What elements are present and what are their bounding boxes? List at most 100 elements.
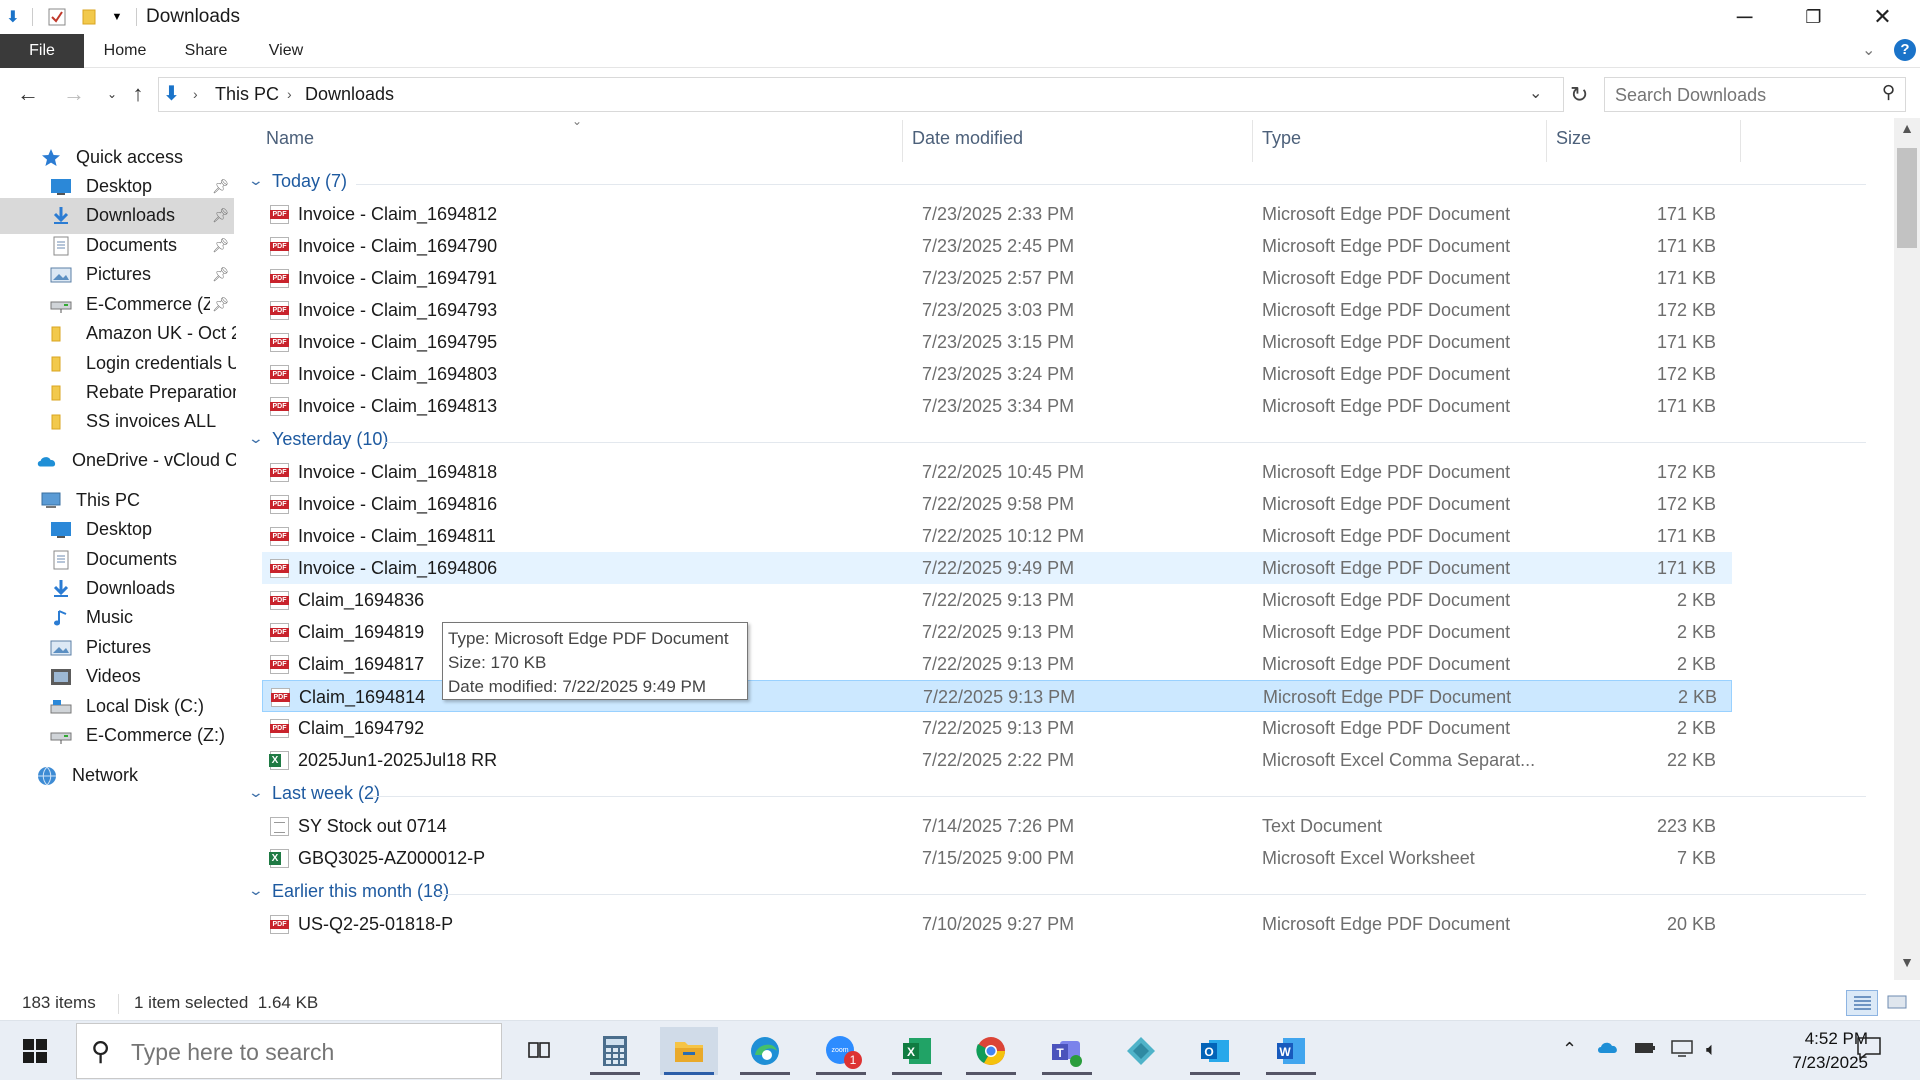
collapse-chevron-icon[interactable]: ⌄ xyxy=(248,882,264,899)
details-view-icon[interactable] xyxy=(1846,990,1878,1016)
app-diamond-icon[interactable] xyxy=(1112,1027,1170,1075)
pin-icon[interactable]: 📌︎ xyxy=(212,237,230,254)
group-header[interactable]: ⌄ Last week (2) xyxy=(246,780,1886,810)
column-divider[interactable] xyxy=(1546,120,1547,162)
table-row[interactable]: Invoice - Claim_1694795 7/23/2025 3:15 PM… xyxy=(262,326,1732,358)
edge-icon[interactable] xyxy=(736,1027,794,1075)
close-button[interactable]: ✕ xyxy=(1848,0,1917,34)
word-icon[interactable]: W xyxy=(1262,1027,1320,1075)
table-row[interactable]: US-Q2-25-01818-P 7/10/2025 9:27 PM Microso… xyxy=(262,908,1732,940)
table-row[interactable]: Invoice - Claim_1694812 7/23/2025 2:33 PM… xyxy=(262,198,1732,230)
table-row[interactable]: Invoice - Claim_1694811 7/22/2025 10:12 P… xyxy=(262,520,1732,552)
restore-button[interactable]: ❐ xyxy=(1779,0,1848,34)
table-row[interactable]: Invoice - Claim_1694790 7/23/2025 2:45 PM… xyxy=(262,230,1732,262)
minimize-button[interactable]: ─ xyxy=(1710,0,1779,34)
table-row[interactable]: Invoice - Claim_1694813 7/23/2025 3:34 PM… xyxy=(262,390,1732,422)
selection-info: 1 item selected 1.64 KB xyxy=(134,993,319,1012)
table-row[interactable]: 2025Jun1-2025Jul18 RR 7/22/2025 2:22 PM Mi… xyxy=(262,744,1732,776)
battery-icon[interactable] xyxy=(1634,1039,1656,1060)
outlook-icon[interactable]: O xyxy=(1186,1027,1244,1075)
collapse-chevron-icon[interactable]: ⌄ xyxy=(248,172,264,189)
file-size: 2 KB xyxy=(1676,654,1716,674)
collapse-chevron-icon[interactable]: ⌄ xyxy=(248,784,264,801)
pin-icon[interactable]: 📌︎ xyxy=(212,296,230,313)
file-type: Microsoft Excel Comma Separat... xyxy=(1262,750,1536,770)
breadcrumb-this-pc[interactable]: This PC xyxy=(215,84,279,105)
network-tray-icon[interactable] xyxy=(1670,1039,1694,1062)
column-divider[interactable] xyxy=(902,120,903,162)
search-box[interactable]: ⚲ xyxy=(1604,77,1906,112)
expand-ribbon-chevron-icon[interactable]: ⌄ xyxy=(1862,40,1875,60)
group-header[interactable]: ⌄ Earlier this month (18) xyxy=(246,878,1886,908)
column-divider[interactable] xyxy=(1740,120,1741,162)
file-size: 171 KB xyxy=(1656,526,1716,546)
sidebar-item-network[interactable]: Network xyxy=(0,758,236,794)
large-icons-view-icon[interactable] xyxy=(1882,990,1914,1016)
tab-view[interactable]: View xyxy=(258,34,314,68)
show-hidden-icons-chevron-icon[interactable]: ⌃ xyxy=(1562,1039,1577,1060)
tab-home[interactable]: Home xyxy=(92,34,158,68)
notifications-icon[interactable] xyxy=(1856,1035,1882,1066)
table-row[interactable]: Claim_1694792 7/22/2025 9:13 PM Microsoft … xyxy=(262,712,1732,744)
svg-text:O: O xyxy=(1204,1045,1213,1059)
pin-icon[interactable]: 📌︎ xyxy=(212,207,230,224)
table-row[interactable]: Invoice - Claim_1694818 7/22/2025 10:45 P… xyxy=(262,456,1732,488)
table-row[interactable]: Invoice - Claim_1694793 7/23/2025 3:03 PM… xyxy=(262,294,1732,326)
tab-file[interactable]: File xyxy=(0,34,84,68)
scrollbar-thumb[interactable] xyxy=(1897,148,1917,248)
table-row[interactable]: SY Stock out 0714 7/14/2025 7:26 PM Text D… xyxy=(262,810,1732,842)
volume-icon[interactable]: 🔈︎ xyxy=(1706,1039,1717,1060)
group-header[interactable]: ⌄ Today (7) xyxy=(246,168,1886,198)
column-header-date-modified[interactable]: Date modified xyxy=(912,128,1023,149)
teams-icon[interactable]: T xyxy=(1038,1027,1096,1075)
table-row[interactable]: GBQ3025-AZ000012-P 7/15/2025 9:00 PM Micro… xyxy=(262,842,1732,874)
column-header-type[interactable]: Type xyxy=(1262,128,1301,149)
tab-share[interactable]: Share xyxy=(176,34,236,68)
column-header-name[interactable]: Name xyxy=(266,128,314,149)
taskbar-search-box[interactable]: ⚲ xyxy=(76,1023,502,1079)
taskbar-search-input[interactable] xyxy=(131,1038,491,1066)
table-row[interactable]: Invoice - Claim_1694816 7/22/2025 9:58 PM… xyxy=(262,488,1732,520)
scroll-up-arrow-icon[interactable]: ▲ xyxy=(1894,120,1920,144)
group-header[interactable]: ⌄ Yesterday (10) xyxy=(246,426,1886,456)
text-file-icon xyxy=(270,817,289,836)
download-arrow-icon xyxy=(50,579,72,599)
column-header-size[interactable]: Size xyxy=(1556,128,1591,149)
task-view-icon[interactable] xyxy=(510,1027,568,1075)
column-divider[interactable] xyxy=(1252,120,1253,162)
scroll-down-arrow-icon[interactable]: ▼ xyxy=(1894,954,1920,978)
back-arrow-icon[interactable]: ← xyxy=(12,78,44,110)
up-arrow-icon[interactable]: ↑ xyxy=(122,78,154,110)
chrome-icon[interactable] xyxy=(962,1027,1020,1075)
pin-icon[interactable]: 📌︎ xyxy=(212,178,230,195)
collapse-chevron-icon[interactable]: ⌄ xyxy=(248,430,264,447)
file-type: Microsoft Edge PDF Document xyxy=(1262,590,1511,610)
refresh-icon[interactable]: ↻ xyxy=(1570,82,1588,108)
sidebar-item-onedrive-vcloud-ch[interactable]: OneDrive - vCloud Ch xyxy=(0,443,236,479)
onedrive-tray-icon[interactable] xyxy=(1596,1039,1620,1060)
new-folder-icon[interactable] xyxy=(78,6,100,28)
sidebar-item-ss-invoices-all[interactable]: SS invoices ALL xyxy=(0,404,236,440)
start-windows-icon[interactable] xyxy=(6,1027,64,1075)
zoom-icon[interactable]: zoom 1 xyxy=(812,1027,870,1075)
vertical-scrollbar[interactable]: ▲ ▼ xyxy=(1894,118,1920,980)
table-row[interactable]: Invoice - Claim_1694803 7/23/2025 3:24 PM… xyxy=(262,358,1732,390)
table-row[interactable]: Invoice - Claim_1694806 7/22/2025 9:49 PM… xyxy=(262,552,1732,584)
table-row[interactable]: Invoice - Claim_1694791 7/23/2025 2:57 PM… xyxy=(262,262,1732,294)
help-icon[interactable]: ? xyxy=(1894,39,1916,61)
search-input[interactable] xyxy=(1615,83,1865,107)
properties-checkbox-icon[interactable] xyxy=(46,6,68,28)
customize-toolbar-chevron-icon[interactable]: ▼ xyxy=(106,6,128,28)
pin-icon[interactable]: 📌︎ xyxy=(212,266,230,283)
forward-arrow-icon[interactable]: → xyxy=(58,78,90,110)
search-icon[interactable]: ⚲ xyxy=(1882,82,1895,103)
address-bar[interactable]: ⬇ › This PC › Downloads ⌄ xyxy=(158,77,1564,112)
address-history-chevron-icon[interactable]: ⌄ xyxy=(1529,83,1542,103)
table-row[interactable]: Claim_1694836 7/22/2025 9:13 PM Microsoft … xyxy=(262,584,1732,616)
calculator-icon[interactable] xyxy=(586,1027,644,1075)
file-explorer-icon[interactable] xyxy=(660,1027,718,1075)
sidebar-item-e-commerce-z[interactable]: E-Commerce (Z:) xyxy=(0,718,236,754)
breadcrumb-downloads[interactable]: Downloads xyxy=(305,84,394,105)
excel-icon[interactable]: X xyxy=(888,1027,946,1075)
clock[interactable]: 4:52 PM 7/23/2025 xyxy=(1768,1027,1868,1075)
